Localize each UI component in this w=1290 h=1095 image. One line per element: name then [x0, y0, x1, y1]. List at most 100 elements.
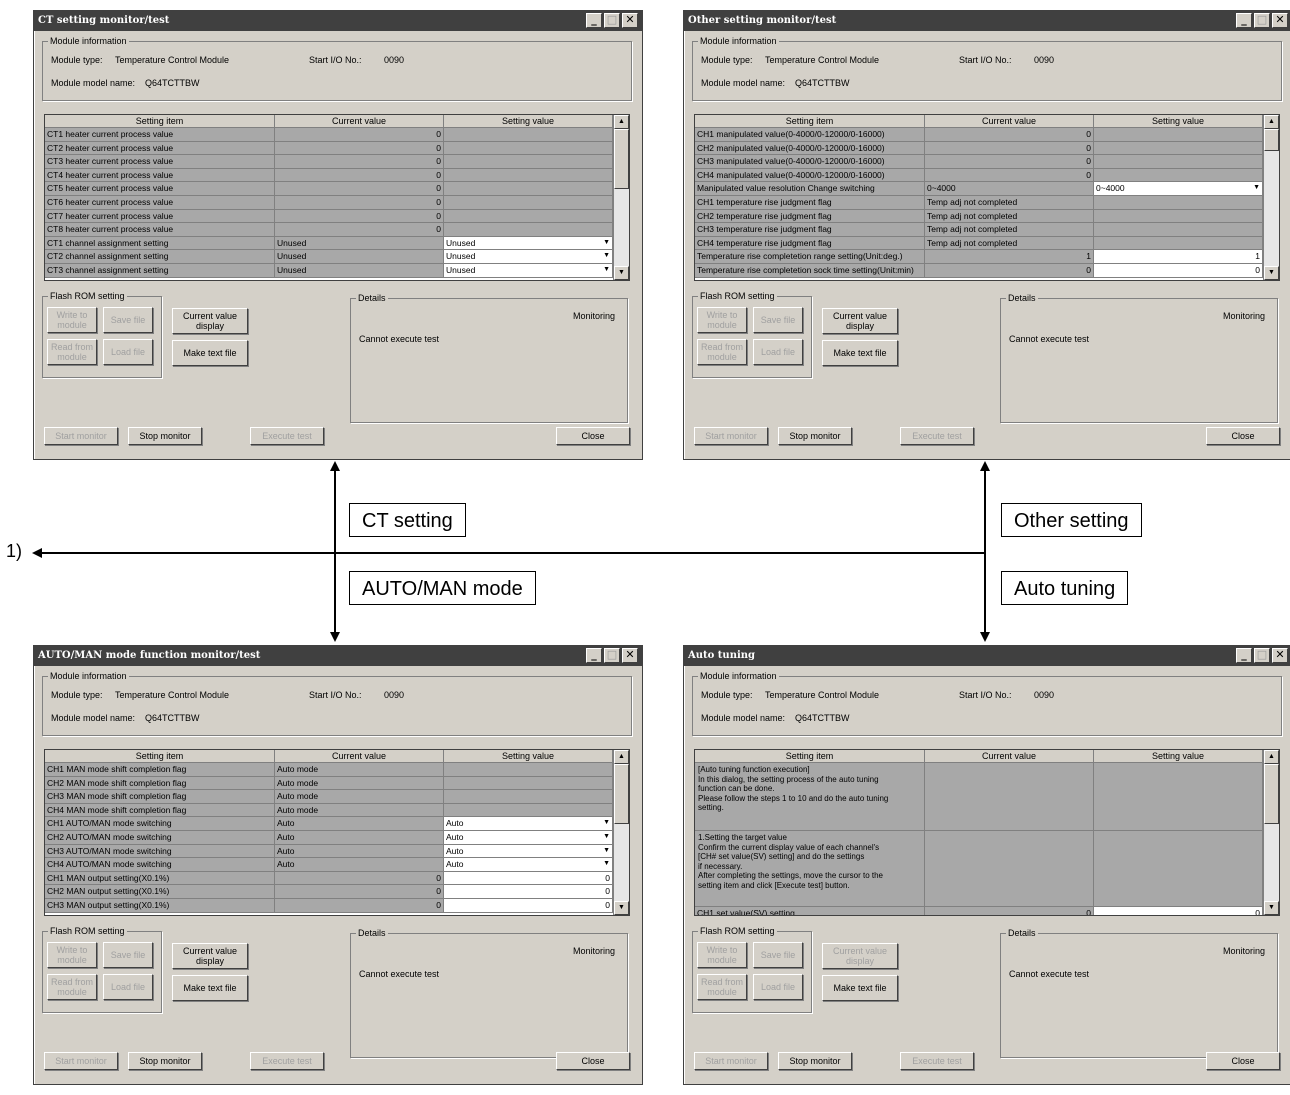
table-row[interactable]: CH2 MAN output setting(X0.1%) 0 0	[45, 885, 629, 899]
settings-grid[interactable]: Setting item Current value Setting value CH…	[694, 114, 1280, 281]
grid-scrollbar[interactable]: ▲ ▼	[613, 115, 629, 280]
settings-grid[interactable]: Setting item Current value Setting value CH…	[44, 749, 630, 916]
minimize-icon[interactable]: _	[586, 13, 602, 28]
scroll-down-icon[interactable]: ▼	[1264, 266, 1279, 280]
table-row[interactable]: CT5 heater current process value 0	[45, 182, 629, 196]
start-monitor-button[interactable]: Start monitor	[44, 1052, 118, 1070]
setting-value-dropdown[interactable]: Auto	[444, 858, 613, 871]
table-row[interactable]: CT1 heater current process value 0	[45, 128, 629, 142]
table-row[interactable]: CH4 AUTO/MAN mode switching Auto Auto	[45, 858, 629, 872]
minimize-icon[interactable]: _	[1236, 13, 1252, 28]
table-row[interactable]: CH2 temperature rise judgment flag Temp a…	[695, 209, 1279, 224]
table-row[interactable]: CT3 channel assignment setting Unused Unus…	[45, 263, 629, 278]
table-row[interactable]: CH1 set value(SV) setting 0 0	[695, 907, 1279, 915]
setting-value-input[interactable]: 1	[1094, 250, 1263, 263]
table-row[interactable]: CH1 MAN output setting(X0.1%) 0 0	[45, 871, 629, 886]
grid-scrollbar[interactable]: ▲ ▼	[1263, 750, 1279, 915]
close-button[interactable]: Close	[1206, 427, 1280, 445]
table-row[interactable]: CH1 MAN mode shift completion flag Auto m…	[45, 763, 629, 777]
setting-value-dropdown[interactable]: Auto	[444, 817, 613, 830]
load-file-button[interactable]: Load file	[753, 339, 803, 365]
load-file-button[interactable]: Load file	[103, 974, 153, 1000]
write-to-module-button[interactable]: Write to module	[697, 942, 747, 968]
window-titlebar[interactable]: Other setting monitor/test _ □ ✕	[684, 11, 1290, 31]
setting-value-input[interactable]: 0	[444, 898, 613, 912]
read-from-module-button[interactable]: Read from module	[697, 974, 747, 1000]
start-monitor-button[interactable]: Start monitor	[44, 427, 118, 445]
table-row[interactable]: CH3 MAN output setting(X0.1%) 0 0	[45, 898, 629, 913]
make-text-file-button[interactable]: Make text file	[172, 340, 248, 366]
scroll-thumb[interactable]	[1264, 764, 1279, 824]
table-row[interactable]: [Auto tuning function execution] In this…	[695, 763, 1279, 831]
scroll-down-icon[interactable]: ▼	[614, 901, 629, 915]
start-monitor-button[interactable]: Start monitor	[694, 427, 768, 445]
read-from-module-button[interactable]: Read from module	[697, 339, 747, 365]
scroll-down-icon[interactable]: ▼	[614, 266, 629, 280]
table-row[interactable]: CH3 AUTO/MAN mode switching Auto Auto	[45, 844, 629, 859]
read-from-module-button[interactable]: Read from module	[47, 974, 97, 1000]
close-button[interactable]: Close	[556, 1052, 630, 1070]
close-icon[interactable]: ✕	[1272, 648, 1288, 663]
setting-value-input[interactable]: 0	[1094, 263, 1263, 277]
grid-scrollbar[interactable]: ▲ ▼	[1263, 115, 1279, 280]
write-to-module-button[interactable]: Write to module	[47, 942, 97, 968]
table-row[interactable]: CT6 heater current process value 0	[45, 195, 629, 210]
close-icon[interactable]: ✕	[1272, 13, 1288, 28]
setting-value-dropdown[interactable]: Unused	[444, 236, 613, 250]
table-row[interactable]: CT1 channel assignment setting Unused Unus…	[45, 236, 629, 251]
window-titlebar[interactable]: AUTO/MAN mode function monitor/test _ □ ✕	[34, 646, 642, 666]
table-row[interactable]: 1.Setting the target value Confirm the c…	[695, 831, 1279, 907]
save-file-button[interactable]: Save file	[103, 942, 153, 968]
load-file-button[interactable]: Load file	[753, 974, 803, 1000]
window-titlebar[interactable]: CT setting monitor/test _ □ ✕	[34, 11, 642, 31]
close-icon[interactable]: ✕	[622, 13, 638, 28]
stop-monitor-button[interactable]: Stop monitor	[778, 1052, 852, 1070]
save-file-button[interactable]: Save file	[753, 307, 803, 333]
scroll-down-icon[interactable]: ▼	[1264, 901, 1279, 915]
setting-value-input[interactable]: 0	[1094, 907, 1263, 915]
table-row[interactable]: CH2 manipulated value(0-4000/0-12000/0-1…	[695, 141, 1279, 156]
scroll-thumb[interactable]	[1264, 129, 1279, 151]
table-row[interactable]: CT2 channel assignment setting Unused Unus…	[45, 250, 629, 264]
save-file-button[interactable]: Save file	[753, 942, 803, 968]
scroll-up-icon[interactable]: ▲	[614, 115, 629, 129]
table-row[interactable]: CH4 MAN mode shift completion flag Auto m…	[45, 803, 629, 818]
make-text-file-button[interactable]: Make text file	[172, 975, 248, 1001]
execute-test-button[interactable]: Execute test	[250, 1052, 324, 1070]
table-row[interactable]: CH3 temperature rise judgment flag Temp a…	[695, 223, 1279, 237]
table-row[interactable]: CH3 manipulated value(0-4000/0-12000/0-1…	[695, 155, 1279, 169]
setting-value-dropdown[interactable]: Auto	[444, 830, 613, 844]
table-row[interactable]: CH2 AUTO/MAN mode switching Auto Auto	[45, 830, 629, 845]
minimize-icon[interactable]: _	[586, 648, 602, 663]
grid-scrollbar[interactable]: ▲ ▼	[613, 750, 629, 915]
table-row[interactable]: Temperature rise completetion range sett…	[695, 250, 1279, 264]
table-row[interactable]: CH1 manipulated value(0-4000/0-12000/0-1…	[695, 128, 1279, 142]
write-to-module-button[interactable]: Write to module	[697, 307, 747, 333]
make-text-file-button[interactable]: Make text file	[822, 340, 898, 366]
scroll-up-icon[interactable]: ▲	[1264, 750, 1279, 764]
write-to-module-button[interactable]: Write to module	[47, 307, 97, 333]
stop-monitor-button[interactable]: Stop monitor	[128, 427, 202, 445]
table-row[interactable]: CH4 temperature rise judgment flag Temp a…	[695, 236, 1279, 251]
table-row[interactable]: CH1 AUTO/MAN mode switching Auto Auto	[45, 817, 629, 831]
table-row[interactable]: CH3 MAN mode shift completion flag Auto m…	[45, 790, 629, 804]
table-row[interactable]: CT2 heater current process value 0	[45, 141, 629, 156]
read-from-module-button[interactable]: Read from module	[47, 339, 97, 365]
close-button[interactable]: Close	[1206, 1052, 1280, 1070]
stop-monitor-button[interactable]: Stop monitor	[778, 427, 852, 445]
execute-test-button[interactable]: Execute test	[900, 1052, 974, 1070]
current-value-display-button[interactable]: Current value display	[172, 943, 248, 969]
stop-monitor-button[interactable]: Stop monitor	[128, 1052, 202, 1070]
table-row[interactable]: CH1 temperature rise judgment flag Temp a…	[695, 195, 1279, 210]
table-row[interactable]: Manipulated value resolution Change swit…	[695, 182, 1279, 196]
scroll-thumb[interactable]	[614, 129, 629, 189]
table-row[interactable]: CT4 heater current process value 0	[45, 168, 629, 183]
execute-test-button[interactable]: Execute test	[900, 427, 974, 445]
table-row[interactable]: CT8 heater current process value 0	[45, 223, 629, 237]
make-text-file-button[interactable]: Make text file	[822, 975, 898, 1001]
close-button[interactable]: Close	[556, 427, 630, 445]
load-file-button[interactable]: Load file	[103, 339, 153, 365]
current-value-display-button[interactable]: Current value display	[172, 308, 248, 334]
execute-test-button[interactable]: Execute test	[250, 427, 324, 445]
settings-grid[interactable]: Setting item Current value Setting value [A…	[694, 749, 1280, 916]
